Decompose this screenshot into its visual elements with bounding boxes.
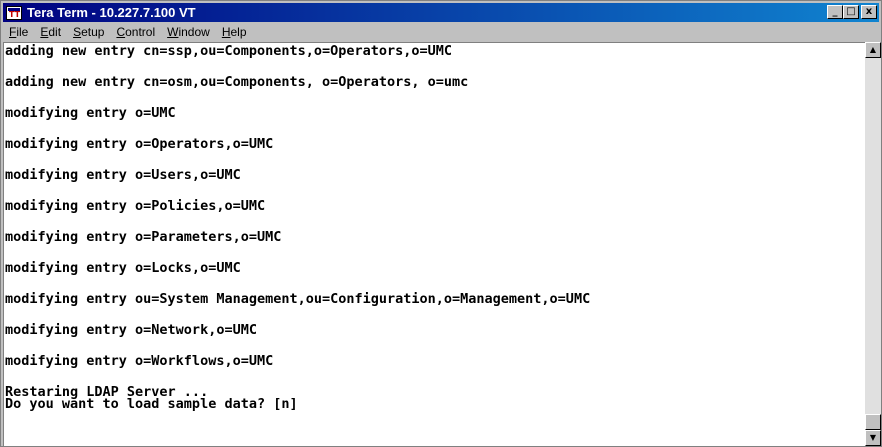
scrollbar-thumb[interactable]	[865, 414, 881, 430]
menu-edit[interactable]: Edit	[34, 25, 67, 39]
terminal-line: modifying entry o=Operators,o=UMC	[5, 136, 274, 152]
terminal-line: modifying entry o=Locks,o=UMC	[5, 260, 241, 276]
menu-help[interactable]: Help	[216, 25, 253, 39]
minimize-button[interactable]: _	[827, 5, 843, 19]
tera-term-window: Tera Term - 10.227.7.100 VT _ □ x File E…	[0, 0, 882, 447]
menu-bar: File Edit Setup Control Window Help	[3, 23, 879, 41]
terminal-screen[interactable]: adding new entry cn=ssp,ou=Components,o=…	[3, 42, 865, 446]
menu-window[interactable]: Window	[161, 25, 216, 39]
title-bar[interactable]: Tera Term - 10.227.7.100 VT _ □ x	[3, 3, 879, 22]
terminal-line: modifying entry o=Policies,o=UMC	[5, 198, 266, 214]
close-button[interactable]: x	[861, 5, 877, 19]
terminal-line: modifying entry o=UMC	[5, 105, 176, 121]
terminal-line: adding new entry cn=ssp,ou=Components,o=…	[5, 43, 453, 59]
menu-control[interactable]: Control	[110, 25, 161, 39]
maximize-button[interactable]: □	[843, 5, 859, 19]
terminal-line: modifying entry o=Parameters,o=UMC	[5, 229, 282, 245]
scroll-up-arrow-icon[interactable]: ▲	[865, 42, 881, 58]
vertical-scrollbar[interactable]: ▲ ▼	[865, 42, 881, 446]
window-title: Tera Term - 10.227.7.100 VT	[27, 5, 196, 20]
tera-term-app-icon[interactable]	[6, 5, 22, 20]
terminal-line: modifying entry ou=System Management,ou=…	[5, 291, 591, 307]
terminal-line: modifying entry o=Users,o=UMC	[5, 167, 241, 183]
menu-file[interactable]: File	[3, 25, 34, 39]
terminal-prompt-line: Do you want to load sample data? [n]	[5, 396, 298, 412]
scroll-down-arrow-icon[interactable]: ▼	[865, 430, 881, 446]
terminal-line: modifying entry o=Workflows,o=UMC	[5, 353, 274, 369]
menu-setup[interactable]: Setup	[67, 25, 110, 39]
terminal-line: adding new entry cn=osm,ou=Components, o…	[5, 74, 469, 90]
window-controls: _ □ x	[827, 5, 877, 19]
terminal-line: modifying entry o=Network,o=UMC	[5, 322, 257, 338]
